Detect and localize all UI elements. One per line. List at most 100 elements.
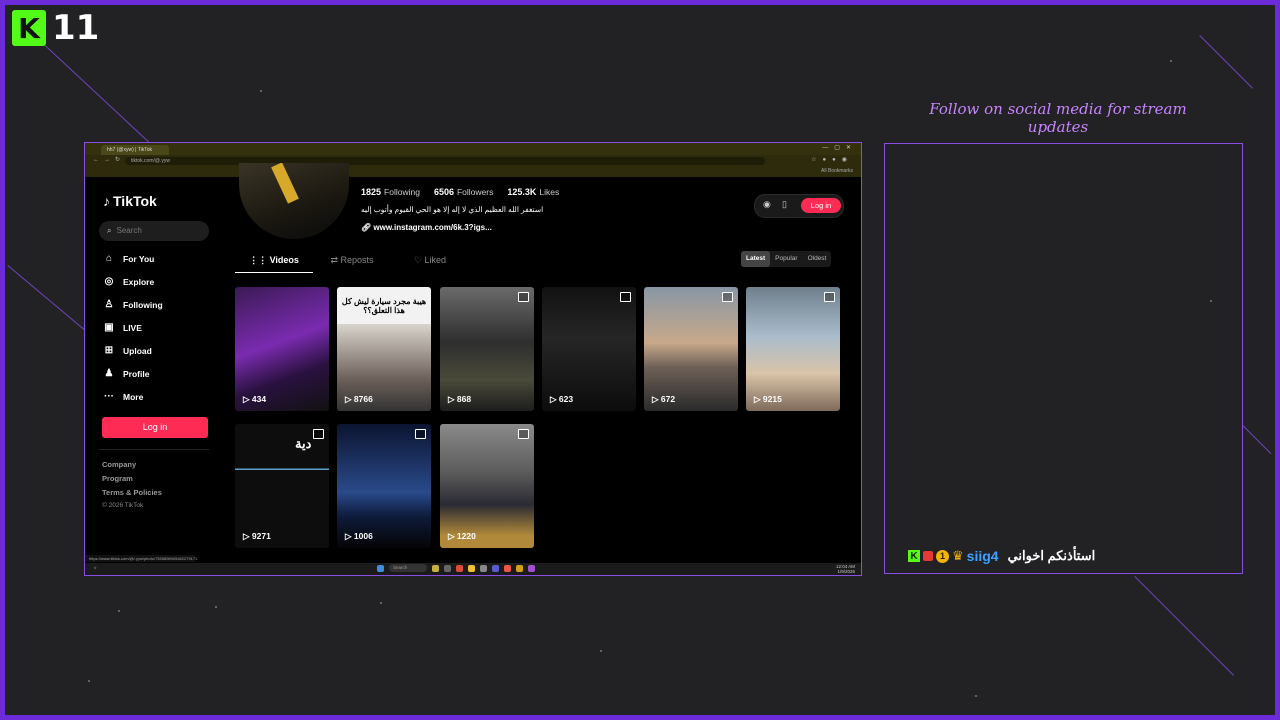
folder-icon[interactable]: [468, 564, 475, 572]
live-icon: ▣: [104, 322, 114, 333]
start-icon[interactable]: [377, 564, 384, 572]
views-count: ▷ 1220: [448, 531, 476, 541]
chat-message: K 1 ♛ siig4 استأذنكم اخواني: [908, 548, 1095, 564]
browser-tab[interactable]: hh7 (@xyw) | TikTok: [101, 145, 169, 155]
url-field[interactable]: tiktok.com/@.yyw: [125, 157, 765, 165]
app-icon[interactable]: [504, 564, 511, 572]
compass-icon: ◎: [104, 276, 114, 287]
phone-icon[interactable]: ▯: [782, 199, 787, 210]
video-tile[interactable]: ▷ 1006: [337, 424, 431, 548]
photo-badge-icon: [824, 292, 835, 302]
photo-badge-icon: [722, 292, 733, 302]
header-login-button[interactable]: Log in: [801, 198, 841, 213]
app-icon[interactable]: [432, 564, 439, 572]
badge-icon: [923, 551, 933, 561]
tab-reposts[interactable]: ⇄ Reposts: [313, 255, 391, 273]
search-icon: ⌕: [107, 226, 112, 235]
crown-icon: ♛: [952, 548, 964, 563]
profile-bio: استغفر الله العظيم الذي لا إله إلا هو ال…: [361, 205, 544, 214]
views-count: ▷ 9215: [754, 394, 782, 404]
views-count: ▷ 868: [448, 394, 472, 404]
kick-badge-number: 11: [52, 8, 100, 48]
video-tile[interactable]: ▷ 1220: [440, 424, 534, 548]
photo-badge-icon: [415, 429, 426, 439]
weather-widget[interactable]: ☼: [93, 565, 97, 570]
nav-profile[interactable]: ♟ Profile: [103, 368, 150, 379]
app-icon[interactable]: [516, 564, 523, 572]
nav-for-you[interactable]: ⌂ For You: [103, 253, 154, 264]
window-controls[interactable]: —▢✕: [822, 144, 857, 151]
tab-videos[interactable]: ⋮⋮ Videos: [235, 255, 313, 273]
photo-badge-icon: [620, 292, 631, 302]
all-bookmarks[interactable]: All Bookmarks: [821, 168, 853, 174]
coin-icon[interactable]: ◉: [763, 199, 771, 210]
follow-banner: Follow on social media for stream update…: [929, 100, 1187, 136]
browser-tabstrip: hh7 (@xyw) | TikTok —▢✕: [85, 143, 861, 155]
kick-logo: K 11: [12, 8, 108, 48]
stat-followers[interactable]: 6506 Followers: [434, 187, 493, 197]
video-tile[interactable]: ▷ 623: [542, 287, 636, 411]
tiktok-logo[interactable]: ♪ TikTok: [103, 193, 157, 209]
sub-badge-icon: 1: [936, 549, 949, 563]
video-caption: هيبة مجرد سيارة ليش كل هذا التعلق؟؟: [341, 297, 427, 315]
address-bar-row: ←→↻ tiktok.com/@.yyw ☆●●◉: [85, 155, 861, 167]
link-icon: 🔗︎: [361, 223, 374, 232]
taskbar-clock[interactable]: 12:04 AM 1/9/2026: [836, 564, 855, 574]
extension-icons[interactable]: ☆●●◉: [811, 156, 853, 163]
sort-latest[interactable]: Latest: [741, 251, 771, 267]
video-tile[interactable]: هيبة مجرد سيارة ليش كل هذا التعلق؟؟ ▷ 876…: [337, 287, 431, 411]
status-url: https://www.tiktok.com/@/.yyw/photo/7355…: [85, 555, 197, 562]
photo-badge-icon: [518, 429, 529, 439]
video-tile[interactable]: ▷ 672: [644, 287, 738, 411]
discord-icon[interactable]: [492, 564, 499, 572]
nav-live[interactable]: ▣ LIVE: [103, 322, 142, 333]
nav-upload[interactable]: ⊞ Upload: [103, 345, 152, 356]
sidebar: ♪ TikTok ⌕ Search ⌂ For You ◎ Explore ♙ Foll…: [85, 177, 221, 563]
kick-icon: K: [908, 550, 920, 562]
sidebar-divider: [99, 449, 209, 450]
views-count: ▷ 8766: [345, 394, 373, 404]
stat-following[interactable]: 1825 Following: [361, 187, 420, 197]
footer-terms[interactable]: Terms & Policies: [102, 488, 162, 497]
stat-likes: 125.3K Likes: [507, 187, 560, 197]
nav-buttons[interactable]: ←→↻: [93, 156, 125, 163]
tab-liked[interactable]: ♡ Liked: [391, 255, 469, 273]
profile-icon: ♟: [104, 368, 114, 379]
header-actions: ◉ ▯ Log in: [754, 194, 844, 218]
upload-icon: ⊞: [104, 345, 114, 356]
sort-oldest[interactable]: Oldest: [803, 251, 832, 267]
app-icon[interactable]: [444, 564, 451, 572]
video-caption: دية: [295, 436, 312, 451]
views-count: ▷ 1006: [345, 531, 373, 541]
sort-popular[interactable]: Popular: [770, 251, 802, 267]
profile-link[interactable]: 🔗︎ www.instagram.com/6k.3?igs...: [361, 223, 492, 232]
copyright: © 2026 TikTok: [102, 502, 144, 509]
home-icon: ⌂: [105, 253, 113, 264]
chrome-icon[interactable]: [456, 564, 463, 572]
views-count: ▷ 623: [550, 394, 574, 404]
profile-tabs: ⋮⋮ Videos ⇄ Reposts ♡ Liked: [235, 255, 469, 273]
video-tile[interactable]: دية ▷ 9271: [235, 424, 329, 548]
nav-more[interactable]: ··· More: [103, 391, 143, 402]
app-icon[interactable]: [480, 564, 487, 572]
photo-badge-icon: [518, 292, 529, 302]
nav-following[interactable]: ♙ Following: [103, 299, 163, 310]
taskbar-search[interactable]: Search: [389, 564, 427, 572]
video-tile[interactable]: ▷ 868: [440, 287, 534, 411]
taskbar-apps: Search: [377, 564, 535, 572]
video-tile[interactable]: ▷ 434: [235, 287, 329, 411]
windows-taskbar: ☼ Search 12:04 AM 1/9/2026: [85, 563, 861, 575]
sidebar-login-button[interactable]: Log in: [102, 417, 208, 438]
app-icon[interactable]: [528, 564, 535, 572]
footer-program[interactable]: Program: [102, 474, 133, 483]
nav-explore[interactable]: ◎ Explore: [103, 276, 155, 287]
avatar: [239, 163, 349, 239]
views-count: ▷ 434: [243, 394, 267, 404]
search-input[interactable]: ⌕ Search: [99, 221, 209, 241]
repost-icon: ⇄: [330, 255, 341, 265]
webcam-frame: [884, 143, 1243, 574]
footer-company[interactable]: Company: [102, 460, 136, 469]
following-icon: ♙: [104, 299, 114, 310]
video-tile[interactable]: ▷ 9215: [746, 287, 840, 411]
bookmarks-bar: All Bookmarks: [85, 167, 861, 177]
